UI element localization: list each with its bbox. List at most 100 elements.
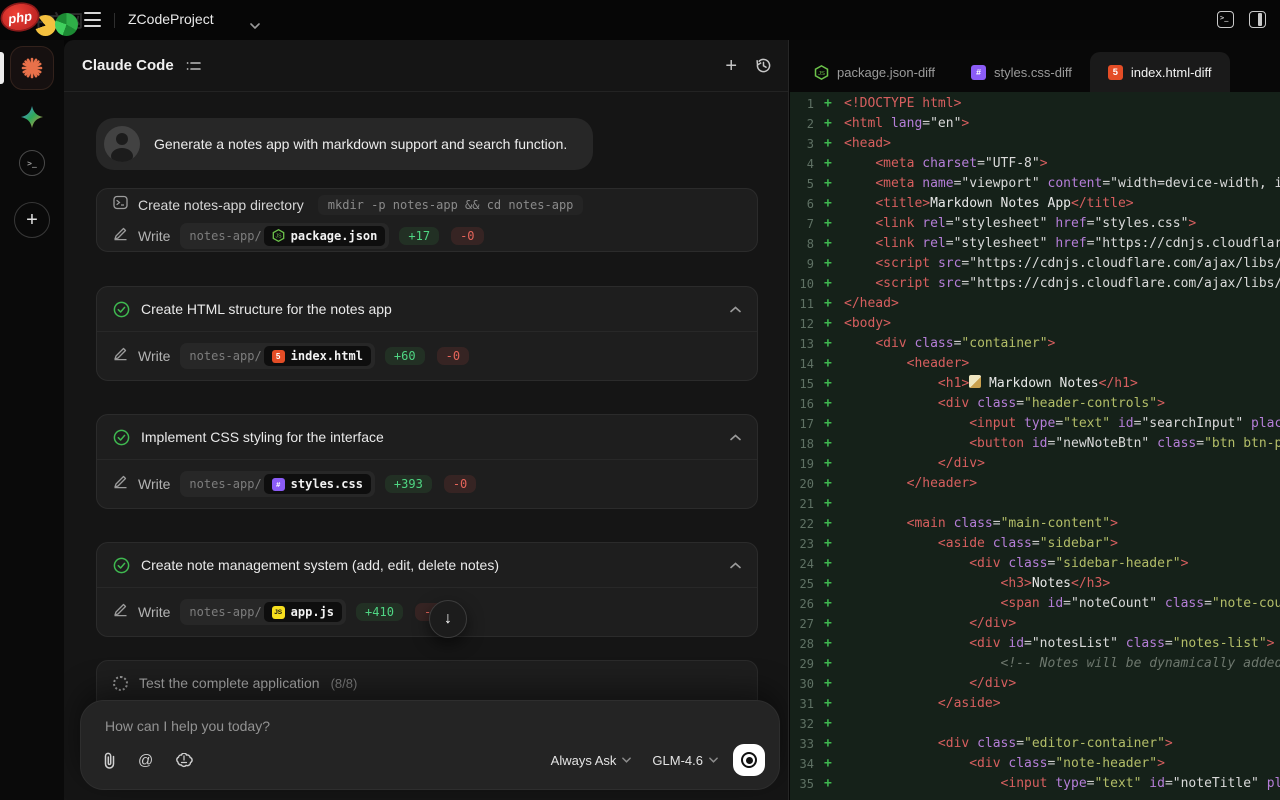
added-lines-badge: +410: [356, 603, 403, 621]
code-text: <div class="container">: [844, 334, 1055, 354]
check-circle-icon: [113, 429, 130, 446]
code-line: 34+ <div class="note-header">: [790, 754, 1280, 774]
code-line: 16+ <div class="header-controls">: [790, 394, 1280, 414]
chevron-up-icon[interactable]: [730, 434, 741, 441]
line-number: 16: [794, 394, 814, 414]
write-row: Writenotes-app/5index.html+60-0: [97, 332, 757, 380]
chat-input-box[interactable]: How can I help you today? @ Always: [80, 700, 780, 790]
diff-added-marker: +: [824, 534, 838, 554]
diff-added-marker: +: [824, 514, 838, 534]
task-card-header[interactable]: Create HTML structure for the notes app: [97, 287, 757, 331]
task-card-header[interactable]: Create note management system (add, edit…: [97, 543, 757, 587]
line-number: 27: [794, 614, 814, 634]
file-chip[interactable]: JSapp.js: [264, 602, 342, 622]
diff-added-marker: +: [824, 94, 838, 114]
code-text: <div class="note-header">: [844, 754, 1165, 774]
hamburger-menu-icon[interactable]: [84, 12, 101, 27]
tab-label: styles.css-diff: [994, 65, 1072, 80]
mention-icon[interactable]: @: [138, 752, 153, 769]
diff-added-marker: +: [824, 314, 838, 334]
model-value: GLM-4.6: [652, 753, 703, 768]
permission-mode-value: Always Ask: [551, 753, 617, 768]
code-line: 11+</head>: [790, 294, 1280, 314]
code-line: 23+ <aside class="sidebar">: [790, 534, 1280, 554]
task-card[interactable]: Create note management system (add, edit…: [96, 542, 758, 637]
line-number: 30: [794, 674, 814, 694]
file-path-pill: notes-app/JSpackage.json: [180, 223, 389, 249]
scroll-to-bottom-button[interactable]: ↓: [429, 600, 467, 638]
code-text: <div id="notesList" class="notes-list">: [844, 634, 1275, 654]
sidebar-item-terminal[interactable]: >_: [19, 150, 45, 176]
new-chat-button[interactable]: +: [725, 56, 737, 76]
task-cards: Create notes-app directorymkdir -p notes…: [64, 188, 788, 740]
code-line: 24+ <div class="sidebar-header">: [790, 554, 1280, 574]
line-number: 31: [794, 694, 814, 714]
claude-code-panel: Claude Code +: [64, 40, 789, 800]
sidebar-item-gemini[interactable]: [19, 104, 45, 130]
tab-index.html-diff[interactable]: 5index.html-diff: [1090, 52, 1230, 92]
chat-input-placeholder[interactable]: How can I help you today?: [105, 718, 270, 734]
code-text: <body>: [844, 314, 891, 334]
conversation[interactable]: Generate a notes app with markdown suppo…: [64, 92, 788, 800]
code-line: 32+: [790, 714, 1280, 734]
chat-header-actions: +: [725, 56, 772, 76]
task-card[interactable]: Implement CSS styling for the interfaceW…: [96, 414, 758, 509]
diff-added-marker: +: [824, 154, 838, 174]
add-session-button[interactable]: +: [14, 202, 50, 238]
chevron-down-icon[interactable]: [250, 16, 260, 34]
active-indicator: [0, 52, 4, 84]
sidebar-item-claude-code[interactable]: [10, 46, 54, 90]
tab-package.json-diff[interactable]: JSpackage.json-diff: [796, 52, 953, 92]
code-text: <!DOCTYPE html>: [844, 94, 961, 114]
diff-added-marker: +: [824, 274, 838, 294]
diff-added-marker: +: [824, 294, 838, 314]
file-chip[interactable]: JS package.json: [264, 226, 386, 246]
file-chip[interactable]: #styles.css: [264, 474, 371, 494]
task-card[interactable]: Create notes-app directorymkdir -p notes…: [96, 188, 758, 252]
diff-added-marker: +: [824, 234, 838, 254]
task-card-body: Writenotes-app/JSapp.js+410-0: [97, 587, 757, 636]
code-line: 29+ <!-- Notes will be dynamically added…: [790, 654, 1280, 674]
diff-added-marker: +: [824, 714, 838, 734]
line-number: 14: [794, 354, 814, 374]
diff-added-marker: +: [824, 334, 838, 354]
diff-added-marker: +: [824, 774, 838, 794]
input-right-controls: Always Ask GLM-4.6: [545, 744, 765, 776]
line-number: 6: [794, 194, 814, 214]
code-line: 25+ <h3>Notes</h3>: [790, 574, 1280, 594]
file-name: app.js: [291, 605, 334, 619]
file-name: package.json: [291, 229, 378, 243]
css-file-icon: #: [272, 478, 285, 491]
project-selector[interactable]: ZCodeProject: [128, 11, 214, 27]
code-text: </head>: [844, 294, 899, 314]
code-line: 33+ <div class="editor-container">: [790, 734, 1280, 754]
attach-file-icon[interactable]: [103, 752, 116, 769]
task-list-icon[interactable]: [186, 60, 201, 72]
terminal-window-icon[interactable]: >_: [1217, 11, 1234, 28]
code-text: <!-- Notes will be dynamically added her…: [844, 654, 1280, 674]
code-text: <link rel="stylesheet" href="https://cdn…: [844, 234, 1280, 254]
panel-toggle-icon[interactable]: [1249, 11, 1266, 28]
chevron-up-icon[interactable]: [730, 306, 741, 313]
line-number: 23: [794, 534, 814, 554]
tab-styles.css-diff[interactable]: #styles.css-diff: [953, 52, 1090, 92]
json-file-icon: JS: [272, 229, 285, 242]
send-record-button[interactable]: [733, 744, 765, 776]
diff-code-view[interactable]: 1+<!DOCTYPE html>2+<html lang="en">3+<he…: [790, 92, 1280, 800]
model-selector[interactable]: GLM-4.6: [646, 749, 724, 772]
file-chip[interactable]: 5index.html: [264, 346, 371, 366]
line-number: 26: [794, 594, 814, 614]
task-card-header[interactable]: Test the complete application(8/8): [97, 661, 757, 705]
history-icon[interactable]: [755, 57, 772, 74]
chevron-up-icon[interactable]: [730, 562, 741, 569]
brain-icon[interactable]: [175, 753, 193, 768]
task-card[interactable]: Create HTML structure for the notes appW…: [96, 286, 758, 381]
pencil-icon: [113, 602, 128, 622]
task-card-header[interactable]: Implement CSS styling for the interface: [97, 415, 757, 459]
diff-added-marker: +: [824, 414, 838, 434]
editor-tab-bar: JSpackage.json-diff#styles.css-diff5inde…: [790, 40, 1280, 92]
html-file-icon: 5: [272, 350, 285, 363]
line-number: 13: [794, 334, 814, 354]
diff-added-marker: +: [824, 354, 838, 374]
permission-mode-selector[interactable]: Always Ask: [545, 749, 638, 772]
